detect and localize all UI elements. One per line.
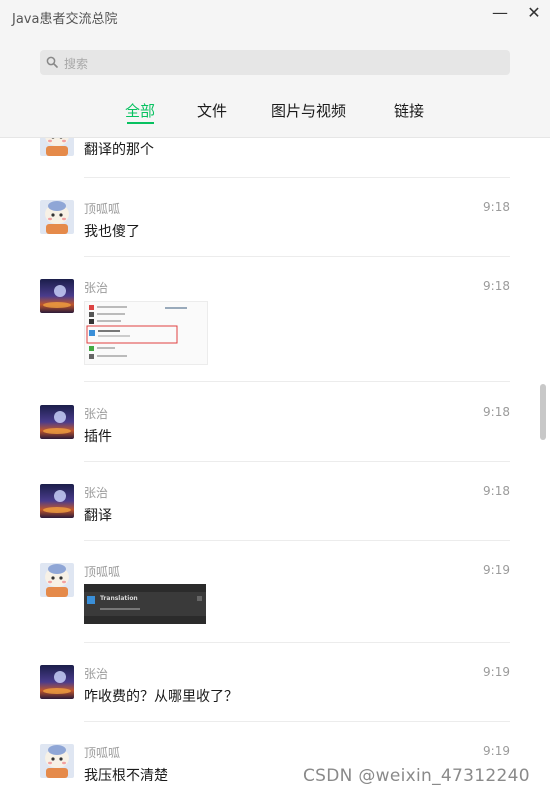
cartoon-avatar[interactable] (40, 200, 74, 234)
cartoon-avatar[interactable] (40, 138, 74, 156)
divider (84, 177, 510, 178)
list-item[interactable]: 顶呱呱 9:18 我也傻了 (40, 200, 510, 257)
list-item[interactable]: 顶呱呱 9:19 Translation (40, 563, 510, 643)
tab-links[interactable]: 链接 (394, 100, 424, 121)
close-button[interactable]: ✕ (522, 2, 546, 24)
message-time: 9:19 (483, 665, 510, 679)
message-list[interactable]: 翻译的那个 顶呱呱 9:18 我也傻了 张治 9:18 张治 9:18 插件 张… (0, 138, 550, 796)
night-sky-avatar[interactable] (40, 665, 74, 699)
watermark: CSDN @weixin_47312240 (303, 766, 530, 786)
sender-name: 顶呱呱 (84, 202, 121, 216)
message-text: 我压根不清楚 (84, 768, 168, 784)
message-text: 咋收费的？从哪里收了？ (84, 689, 238, 705)
cartoon-avatar[interactable] (40, 744, 74, 778)
message-time: 9:18 (483, 279, 510, 293)
list-item[interactable]: 张治 9:19 咋收费的？从哪里收了？ (40, 665, 510, 722)
sender-name: 顶呱呱 (84, 565, 121, 579)
scrollbar-thumb[interactable] (540, 384, 546, 440)
message-text: 插件 (84, 429, 112, 445)
search-input[interactable]: 搜索 (40, 50, 510, 75)
list-item[interactable]: 翻译的那个 (40, 138, 510, 178)
sender-name: 张治 (84, 281, 109, 295)
divider (84, 256, 510, 257)
sender-name: 张治 (84, 667, 109, 681)
list-item[interactable]: 张治 9:18 (40, 279, 510, 382)
window-title: Java患者交流总院 (12, 12, 118, 27)
divider (84, 461, 510, 462)
night-sky-avatar[interactable] (40, 405, 74, 439)
divider (84, 381, 510, 382)
chat-history-header: Java患者交流总院 — ✕ 搜索 全部 文件 图片与视频 链接 (0, 0, 550, 138)
message-time: 9:18 (483, 405, 510, 419)
tab-images-videos[interactable]: 图片与视频 (271, 100, 346, 121)
tab-files[interactable]: 文件 (197, 100, 227, 121)
minimize-button[interactable]: — (488, 2, 512, 24)
active-tab-indicator (127, 122, 154, 124)
message-time: 9:19 (483, 563, 510, 577)
search-icon (46, 56, 58, 68)
message-time: 9:18 (483, 484, 510, 498)
message-time: 9:18 (483, 200, 510, 214)
sender-name: 顶呱呱 (84, 746, 121, 760)
search-placeholder: 搜索 (64, 57, 89, 71)
divider (84, 721, 510, 722)
night-sky-avatar[interactable] (40, 279, 74, 313)
message-time: 9:19 (483, 744, 510, 758)
message-text: 翻译的那个 (84, 142, 154, 158)
screenshot-image[interactable]: Translation (84, 584, 206, 624)
tab-all[interactable]: 全部 (125, 100, 155, 121)
message-text: 翻译 (84, 508, 112, 524)
list-item[interactable]: 张治 9:18 翻译 (40, 484, 510, 541)
divider (84, 540, 510, 541)
message-text: 我也傻了 (84, 224, 140, 240)
night-sky-avatar[interactable] (40, 484, 74, 518)
list-item[interactable]: 张治 9:18 插件 (40, 405, 510, 462)
screenshot-image[interactable] (84, 301, 208, 365)
cartoon-avatar[interactable] (40, 563, 74, 597)
sender-name: 张治 (84, 486, 109, 500)
divider (84, 642, 510, 643)
attachment-caption: Translation (100, 595, 138, 602)
sender-name: 张治 (84, 407, 109, 421)
